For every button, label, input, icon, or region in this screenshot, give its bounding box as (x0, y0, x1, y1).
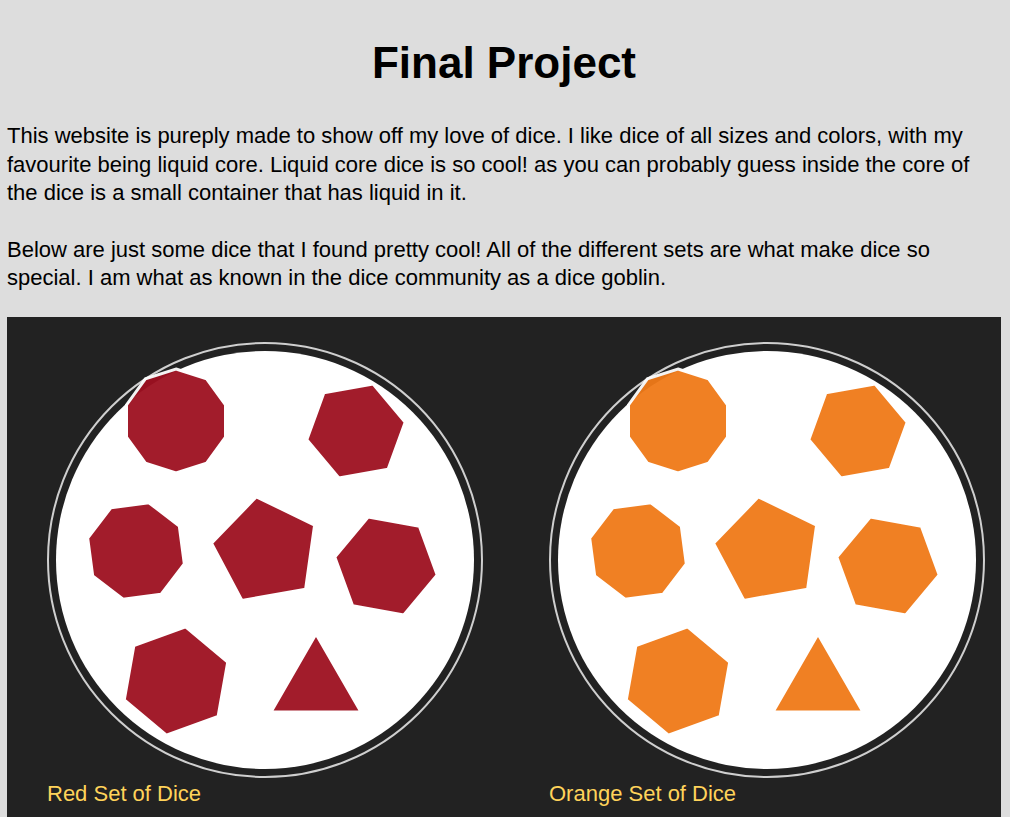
dice-caption: Red Set of Dice (47, 780, 483, 808)
dice-card: Red Set of Dice (47, 342, 483, 808)
die-shape (773, 634, 863, 712)
page-title: Final Project (7, 0, 1001, 88)
die-shape (307, 384, 405, 478)
die-shape (714, 497, 817, 601)
photo-ring (47, 342, 483, 778)
page: Final Project This website is pureply ma… (0, 0, 1010, 817)
die-shape (271, 634, 361, 712)
die-shape (88, 503, 185, 600)
dice-card: Orange Set of Dice (549, 342, 985, 808)
intro-paragraph: This website is pureply made to show off… (7, 122, 1001, 208)
intro-paragraph: Below are just some dice that I found pr… (7, 236, 1001, 293)
die-shape (626, 627, 729, 735)
photo-ground (56, 351, 474, 769)
die-shape (335, 517, 437, 615)
dice-gallery: Red Set of Dice Orange Set of Dice (7, 317, 1001, 817)
photo-ring (549, 342, 985, 778)
die-shape (212, 497, 315, 601)
dice-photo (56, 351, 474, 769)
die-shape (837, 517, 939, 615)
die-shape (629, 369, 728, 473)
dice-photo (558, 351, 976, 769)
die-shape (590, 503, 687, 600)
photo-ground (558, 351, 976, 769)
die-shape (124, 627, 227, 735)
dice-caption: Orange Set of Dice (549, 780, 985, 808)
die-shape (127, 369, 226, 473)
die-shape (809, 384, 907, 478)
